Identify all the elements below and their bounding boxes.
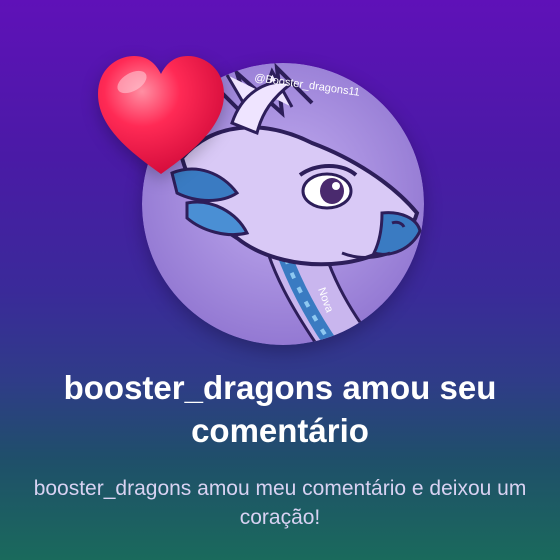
notification-message: booster_dragons amou meu comentário e de… (33, 477, 527, 529)
heart-icon (98, 56, 224, 174)
notification-title: booster_dragons amou seu comentário (63, 369, 497, 449)
